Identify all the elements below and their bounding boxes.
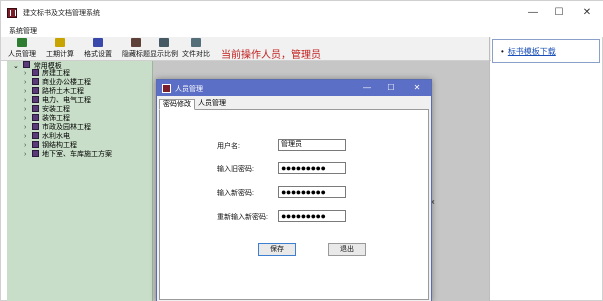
main-window: 建文标书及文档管理系统 — ☐ ✕ 系统管理 人员管理 工期计算 格式设置 隐藏…	[0, 0, 603, 301]
minimize-icon[interactable]: —	[520, 5, 546, 21]
tab-change-password[interactable]: 密码修改	[159, 99, 195, 110]
book-icon	[22, 61, 30, 68]
template-download-link[interactable]: 标书模板下载	[501, 46, 556, 57]
tree-item-label: 路桥土木工程	[42, 88, 84, 95]
close-icon[interactable]: ✕	[574, 5, 600, 21]
compare-icon	[191, 38, 201, 47]
zoom-icon	[159, 38, 169, 47]
new-password-field[interactable]: ●●●●●●●●●	[278, 186, 346, 198]
link-panel: 标书模板下载	[492, 39, 600, 63]
toolbar-compare-button[interactable]: 文件对比	[179, 38, 213, 60]
tree-item-label: 电力、电气工程	[42, 97, 91, 104]
chevron-right-icon[interactable]: ›	[24, 69, 32, 78]
chevron-right-icon[interactable]: ›	[24, 150, 32, 159]
tree-item[interactable]: › 商业办公楼工程	[24, 78, 91, 87]
book-icon	[32, 78, 39, 85]
maximize-icon[interactable]: ☐	[381, 82, 401, 94]
toolbar-label: 文件对比	[182, 51, 210, 58]
tree-item-label: 市政及园林工程	[42, 124, 91, 131]
user-management-dialog: 人员管理 — ☐ ✕ 密码修改 人员管理 用户名: 管理员 输入旧密码: ●●●…	[156, 79, 432, 301]
tree-item[interactable]: › 安装工程	[24, 105, 70, 114]
new-password-label: 输入新密码:	[217, 190, 254, 197]
chevron-right-icon[interactable]: ›	[24, 96, 32, 105]
chevron-right-icon[interactable]: ›	[24, 114, 32, 123]
dialog-title: 人员管理	[175, 86, 203, 93]
chevron-down-icon[interactable]: ⌄	[13, 63, 19, 70]
toolbar-users-button[interactable]: 人员管理	[5, 38, 39, 60]
chevron-right-icon[interactable]: ›	[24, 105, 32, 114]
calculator-icon	[55, 38, 65, 47]
dialog-title-bar[interactable]: 人员管理 — ☐ ✕	[157, 80, 431, 96]
tree-item-label: 钢结构工程	[42, 142, 77, 149]
username-field[interactable]: 管理员	[278, 139, 346, 151]
tree-item-label: 安装工程	[42, 106, 70, 113]
tree-item-label: 房建工程	[42, 70, 70, 77]
toolbar-label: 工期计算	[46, 51, 74, 58]
close-icon[interactable]: ✕	[407, 82, 427, 94]
old-password-label: 输入旧密码:	[217, 166, 254, 173]
username-label: 用户名:	[217, 143, 240, 150]
toolbar-format-button[interactable]: 格式设置	[81, 38, 115, 60]
toolbar-label: 显示比例	[150, 51, 178, 58]
tree-item-label: 地下室、车库施工方案	[42, 151, 112, 158]
minimize-icon[interactable]: —	[357, 82, 377, 94]
app-logo-icon	[162, 84, 171, 93]
title-bar: 建文标书及文档管理系统 — ☐ ✕	[1, 1, 603, 25]
tree-item-label: 装饰工程	[42, 115, 70, 122]
users-icon	[17, 38, 27, 47]
exit-button[interactable]: 退出	[328, 243, 366, 256]
menu-system-management[interactable]: 系统管理	[9, 26, 37, 36]
toolbar-schedule-button[interactable]: 工期计算	[43, 38, 77, 60]
book-icon	[32, 69, 39, 76]
old-password-field[interactable]: ●●●●●●●●●	[278, 162, 346, 174]
book-icon	[32, 150, 39, 157]
maximize-icon[interactable]: ☐	[546, 5, 572, 21]
format-icon	[93, 38, 103, 47]
book-icon	[32, 87, 39, 94]
panel-divider	[489, 37, 490, 301]
chevron-right-icon[interactable]: ›	[24, 78, 32, 87]
confirm-password-label: 重新输入新密码:	[217, 214, 268, 221]
toolbar-label: 格式设置	[84, 51, 112, 58]
chevron-right-icon[interactable]: ›	[24, 141, 32, 150]
tab-user-management[interactable]: 人员管理	[195, 99, 229, 110]
toolbar-zoom-button[interactable]: 显示比例	[147, 38, 181, 60]
tree-item[interactable]: › 市政及园林工程	[24, 123, 91, 132]
book-icon	[32, 141, 39, 148]
change-password-panel: 用户名: 管理员 输入旧密码: ●●●●●●●●● 输入新密码: ●●●●●●●…	[159, 110, 429, 300]
menu-bar: 系统管理	[1, 25, 603, 37]
chevron-right-icon[interactable]: ›	[24, 132, 32, 141]
book-icon	[32, 123, 39, 130]
tree-item[interactable]: › 地下室、车库施工方案	[24, 150, 112, 159]
hide-icon	[131, 38, 141, 47]
book-icon	[32, 132, 39, 139]
tree-item[interactable]: › 水利水电	[24, 132, 70, 141]
template-tree: ⌄ 常用模板 › 房建工程 › 商业办公楼工程 › 路桥土木工程 › 电力、电气工程 ›…	[7, 61, 153, 301]
tree-item-label: 商业办公楼工程	[42, 79, 91, 86]
tree-item[interactable]: › 钢结构工程	[24, 141, 77, 150]
app-logo-icon	[7, 8, 17, 18]
tree-item-label: 水利水电	[42, 133, 70, 140]
toolbar-label: 人员管理	[8, 51, 36, 58]
dialog-tabs: 密码修改 人员管理	[159, 98, 429, 110]
tree-item[interactable]: › 电力、电气工程	[24, 96, 91, 105]
tree-item[interactable]: › 房建工程	[24, 69, 70, 78]
book-icon	[32, 105, 39, 112]
book-icon	[32, 114, 39, 121]
window-title: 建文标书及文档管理系统	[23, 10, 100, 17]
current-operator-text: 当前操作人员，管理员	[221, 50, 321, 61]
tree-item[interactable]: › 路桥土木工程	[24, 87, 84, 96]
confirm-password-field[interactable]: ●●●●●●●●●	[278, 210, 346, 222]
chevron-right-icon[interactable]: ›	[24, 87, 32, 96]
tree-item[interactable]: › 装饰工程	[24, 114, 70, 123]
save-button[interactable]: 保存	[258, 243, 296, 256]
book-icon	[32, 96, 39, 103]
chevron-right-icon[interactable]: ›	[24, 123, 32, 132]
